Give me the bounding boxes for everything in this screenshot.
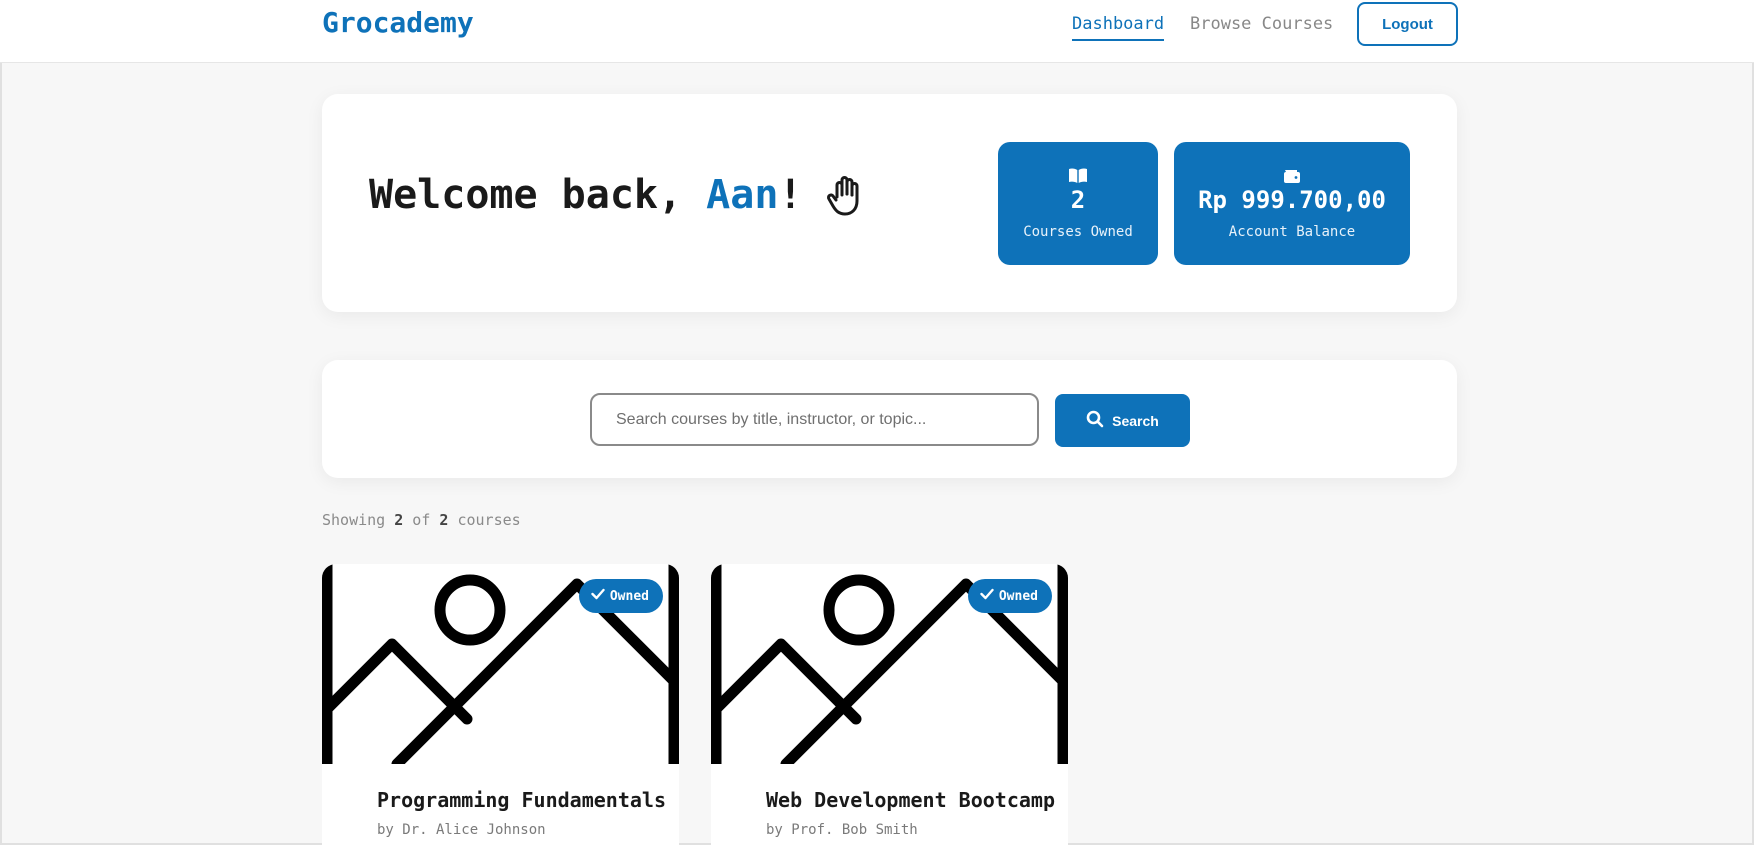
greeting-suffix: ! bbox=[778, 172, 803, 218]
search-input[interactable] bbox=[590, 393, 1039, 446]
owned-badge: Owned bbox=[967, 579, 1052, 613]
course-card[interactable]: Owned Programming Fundamentals by Dr. Al… bbox=[322, 564, 679, 845]
search-button[interactable]: Search bbox=[1055, 394, 1190, 447]
course-card[interactable]: Owned Web Development Bootcamp by Prof. … bbox=[711, 564, 1068, 845]
user-name: Aan bbox=[706, 172, 779, 218]
check-icon bbox=[980, 588, 994, 604]
account-balance-label: Account Balance bbox=[1228, 224, 1356, 240]
owned-badge: Owned bbox=[578, 579, 663, 613]
courses-owned-label: Courses Owned bbox=[1023, 224, 1133, 240]
search-card: Search bbox=[322, 360, 1457, 478]
search-button-label: Search bbox=[1112, 412, 1159, 429]
results-middle: of bbox=[403, 511, 440, 529]
top-navbar: Grocademy Dashboard Browse Courses Logou… bbox=[0, 0, 1754, 63]
results-shown: 2 bbox=[394, 511, 404, 529]
course-title[interactable]: Web Development Bootcamp bbox=[766, 788, 1055, 812]
brand-logo[interactable]: Grocademy bbox=[322, 6, 474, 39]
greeting-prefix: Welcome back, bbox=[369, 172, 707, 218]
book-open-icon bbox=[1068, 168, 1088, 188]
course-instructor: by Dr. Alice Johnson bbox=[377, 822, 546, 838]
account-balance-value: Rp 999.700,00 bbox=[1198, 186, 1386, 214]
owned-badge-label: Owned bbox=[998, 588, 1038, 604]
search-icon bbox=[1086, 410, 1104, 431]
logout-button[interactable]: Logout bbox=[1357, 2, 1458, 46]
course-title[interactable]: Programming Fundamentals bbox=[377, 788, 666, 812]
nav-dashboard[interactable]: Dashboard bbox=[1072, 14, 1165, 41]
courses-owned-stat: 2 Courses Owned bbox=[998, 142, 1158, 265]
welcome-card: Welcome back, Aan! 2 Courses Owned Rp 99… bbox=[322, 94, 1457, 312]
results-prefix: Showing bbox=[322, 511, 395, 529]
account-balance-stat: Rp 999.700,00 Account Balance bbox=[1174, 142, 1410, 265]
course-instructor: by Prof. Bob Smith bbox=[766, 822, 918, 838]
nav-browse-courses[interactable]: Browse Courses bbox=[1190, 14, 1333, 34]
results-suffix: courses bbox=[448, 511, 521, 529]
results-count: Showing 2 of 2 courses bbox=[322, 511, 521, 529]
welcome-heading: Welcome back, Aan! bbox=[369, 172, 869, 218]
check-icon bbox=[591, 588, 605, 604]
owned-badge-label: Owned bbox=[609, 588, 649, 604]
wallet-icon bbox=[1283, 168, 1301, 188]
waving-hand-icon bbox=[825, 173, 869, 217]
courses-owned-value: 2 bbox=[1070, 186, 1086, 214]
